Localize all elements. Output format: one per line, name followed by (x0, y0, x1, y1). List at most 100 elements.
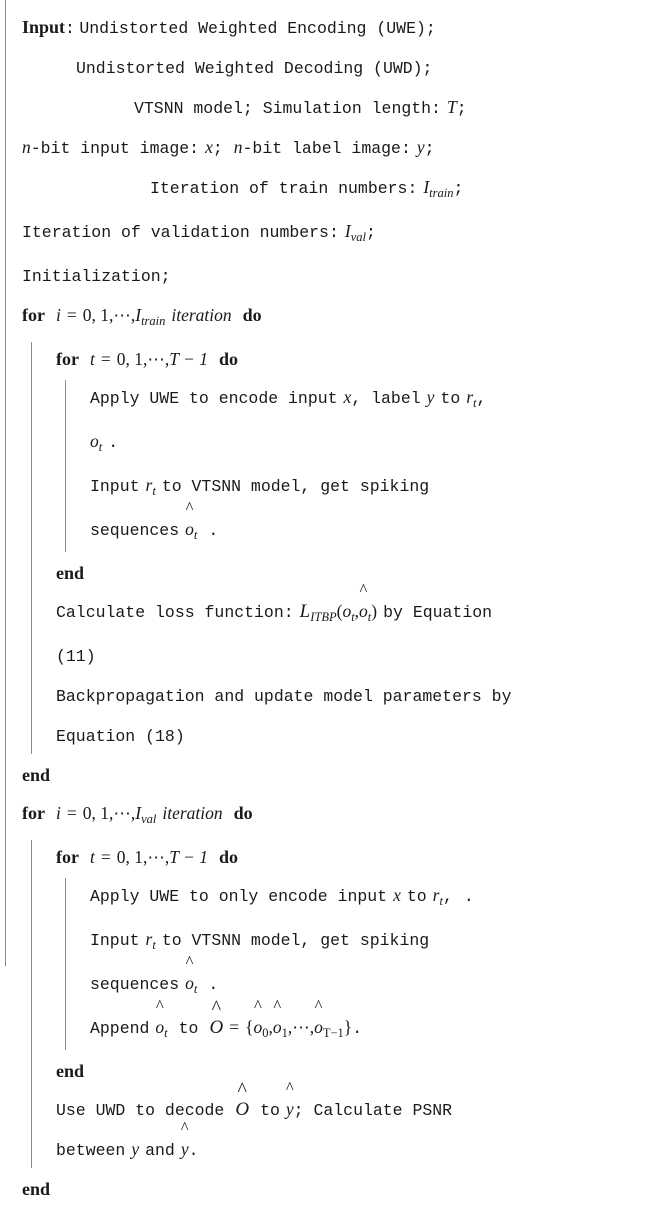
wide-hat-accent-icon: ^ (237, 1078, 247, 1101)
end-keyword-time-train: end (56, 563, 85, 583)
train-iteration-label: Iteration of train numbers: (150, 179, 418, 198)
apply-uwe-train-cont: ot. (90, 422, 650, 466)
time-loop-index-val: t (89, 847, 95, 867)
calc-loss-text-b: by Equation (383, 603, 493, 622)
append-ohat-sub: t (164, 1026, 168, 1040)
for-keyword-val: for (22, 803, 45, 823)
sequences-train-sub: t (193, 528, 198, 542)
end-train-loop: end (22, 756, 650, 794)
end-keyword-val: end (22, 1179, 51, 1199)
end-time-loop-train: end (56, 554, 650, 592)
hat-accent-icon: ^ (185, 951, 194, 971)
input-r-train-line: Input rt to VTSNN model, get spiking (90, 466, 650, 510)
hat-accent-icon: ^ (359, 579, 368, 599)
append-text-a: Append (90, 1019, 150, 1038)
val-loop-range: 0, 1, (82, 803, 114, 823)
val-loop-body: for t = 0, 1,⋯,T − 1 do Apply UWE to only en… (22, 838, 650, 1170)
backprop-equation-number: Equation (18) (56, 727, 185, 746)
calc-loss-text-a: Calculate loss function: (56, 603, 294, 622)
wide-hat-accent-icon: ^ (211, 996, 222, 1019)
loss-subscript: ITBP (310, 610, 337, 624)
input-line-3: VTSNN model; Simulation length: T; (22, 88, 650, 128)
sequences-val-ohat: ^ o (185, 951, 194, 993)
input-r-train-sub: t (152, 484, 156, 498)
hat-accent-icon: ^ (273, 995, 282, 1015)
label-image-var: y (416, 137, 425, 157)
decode-text-a: Use UWD to decode (56, 1101, 225, 1120)
append-oT: ^ o (314, 995, 323, 1037)
input-r-val-text-b: to VTSNN model, get spiking (161, 931, 430, 950)
input-label: Input (22, 17, 66, 37)
hat-accent-icon: ^ (185, 497, 194, 517)
input-line-2: Undistorted Weighted Decoding (UWD); (22, 48, 650, 88)
input-line-6: Iteration of validation numbers: Ival; (22, 212, 650, 256)
apply-uwe-train-text-b: , label (351, 389, 421, 408)
decode-cont-line: between y and ^ y. (56, 1117, 650, 1170)
val-loop-index: i (55, 803, 61, 823)
time-loop-range-val: 0, 1, (116, 847, 148, 867)
iteration-word-train: iteration (171, 305, 232, 325)
val-for-header: for i = 0, 1,⋯,Ival iteration do (22, 794, 650, 838)
append-ohat: ^ o (155, 995, 165, 1037)
append-oT-sub: T−1 (322, 1026, 344, 1040)
apply-uwe-train-o: o (90, 431, 99, 451)
for-keyword-train: for (22, 305, 45, 325)
backprop-eq-line: Equation (18) (56, 716, 650, 756)
end-keyword-time-val: end (56, 1061, 85, 1081)
train-loop-index: i (55, 305, 61, 325)
do-keyword-time-val: do (218, 847, 238, 867)
val-loop-bound-sub: val (141, 812, 157, 826)
decode-period: . (188, 1141, 199, 1160)
nbit-end: ; (424, 139, 435, 158)
apply-uwe-val-text-b: to (406, 887, 427, 906)
apply-uwe-train-text-a: Apply UWE to encode input (90, 389, 338, 408)
algorithm-block: Input: Undistorted Weighted Encoding (UW… (0, 0, 654, 1199)
sequences-val-period: . (208, 975, 219, 994)
decode-text-c: between (56, 1141, 126, 1160)
val-loop-dots: ⋯ (113, 803, 131, 823)
backprop-text: Backpropagation and update model paramet… (56, 687, 512, 706)
calc-loss-line: Calculate loss function: LITBP(ot, ^ ot) by … (56, 581, 650, 636)
input-line-4: n-bit input image: x; n-bit label image: y; (22, 128, 650, 168)
input-r-train-text-a: Input (90, 477, 140, 496)
append-brace-close: } (343, 1017, 353, 1037)
train-for-header: for i = 0, 1,⋯,Itrain iteration do (22, 296, 650, 340)
time-for-header-val: for t = 0, 1,⋯,T − 1 do (56, 838, 650, 876)
time-loop-bound-val: T − 1 (169, 847, 208, 867)
calc-loss-equation-number: (11) (56, 647, 96, 666)
train-iteration-end: ; (453, 179, 464, 198)
input-image-var: x (205, 137, 213, 157)
decode-text-d: and (145, 1141, 175, 1160)
time-loop-equals-train: = (100, 349, 111, 369)
calc-loss-eq-line: (11) (56, 636, 650, 676)
sequences-train-ohat: ^ o (185, 497, 194, 539)
iteration-word-val: iteration (162, 803, 223, 823)
input-r-val-text-a: Input (90, 931, 140, 950)
nbit-label-text: -bit label image: (242, 139, 411, 158)
apply-uwe-val-line: Apply UWE to only encode input x to rt,. (90, 876, 650, 920)
nbit-n-2: n (233, 137, 243, 157)
sequences-train-label: sequences (90, 521, 180, 540)
loss-arg-o: o (342, 601, 352, 621)
algorithm-body: Input: Undistorted Weighted Encoding (UW… (0, 8, 654, 1208)
sequences-val-label: sequences (90, 975, 180, 994)
hat-accent-icon: ^ (253, 995, 262, 1015)
decode-yhat: ^ y (285, 1077, 294, 1119)
apply-uwe-val-comma: , (442, 887, 453, 906)
for-keyword-time-val: for (56, 847, 79, 867)
input-r-val-sub: t (152, 938, 156, 952)
input-r-val-line: Input rt to VTSNN model, get spiking (90, 920, 650, 964)
simulation-length-var: T (446, 97, 457, 117)
end-val-loop: end (22, 1170, 650, 1208)
input-uwd-text: Undistorted Weighted Decoding (UWD); (76, 59, 433, 78)
apply-uwe-val-period: . (463, 887, 474, 906)
decode-yhat-2: ^ y (180, 1117, 189, 1159)
apply-uwe-val-x: x (393, 885, 401, 905)
decode-line: Use UWD to decode ^ O to ^ y; Calculate PSNR (56, 1077, 650, 1130)
loss-symbol: L (299, 601, 311, 622)
apply-uwe-train-y: y (426, 387, 435, 407)
nbit-input-text: -bit input image: (30, 139, 200, 158)
nbit-semicolon: ; (212, 139, 223, 158)
simulation-length-terminator: ; (456, 99, 467, 118)
append-line: Append ^ ot to ^ O ={^ o0, ^ o1,⋯, ^ oT−1}. (90, 995, 650, 1052)
